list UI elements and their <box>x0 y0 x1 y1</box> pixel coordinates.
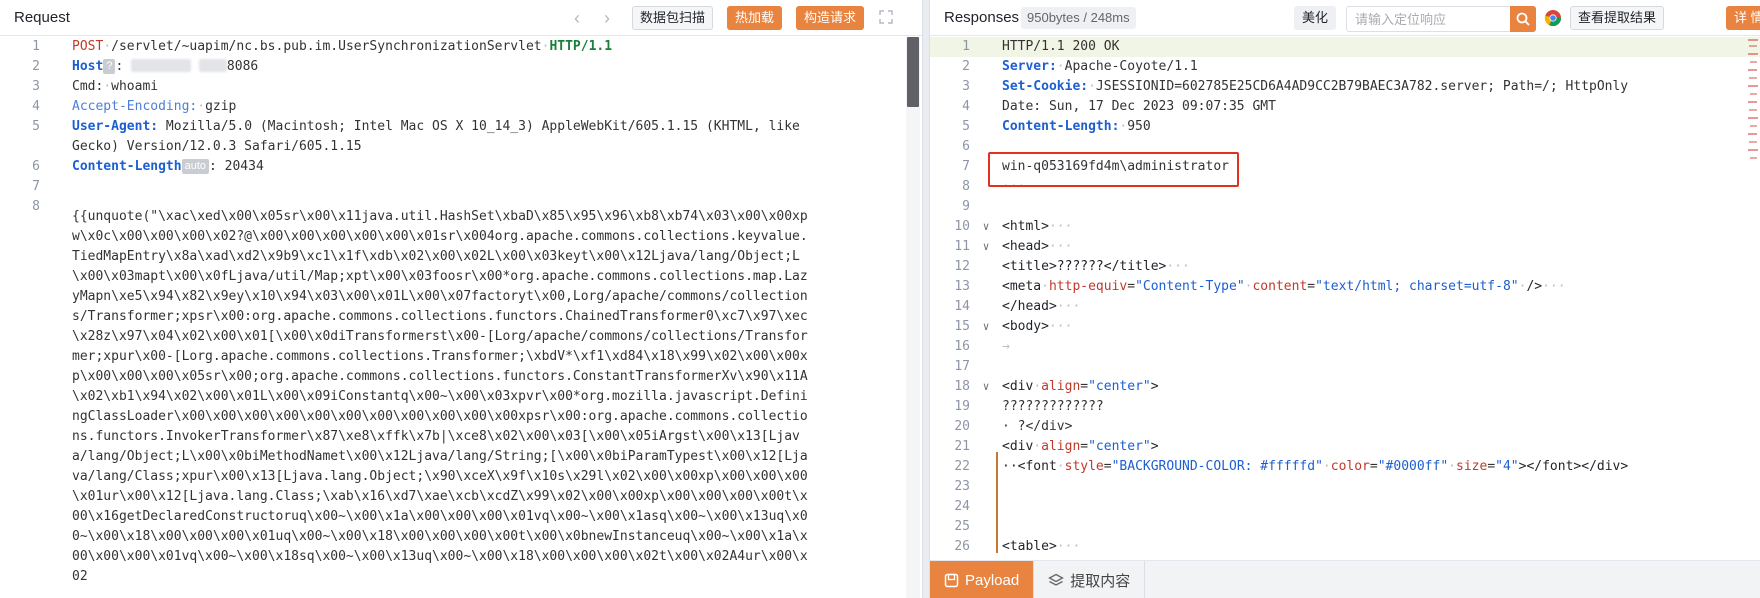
response-line-2: 2 Server:·Apache-Coyote/1.1 <box>962 59 1198 74</box>
response-line-11: 11 ∨ <head>··· <box>930 237 1760 257</box>
request-line-4: 4 Accept-Encoding:·gzip <box>32 99 237 114</box>
redacted-host <box>131 59 192 72</box>
payload-icon <box>944 573 959 587</box>
response-line-1: 1 HTTP/1.1 200 OK <box>930 37 1760 57</box>
search-button[interactable] <box>1510 6 1536 32</box>
request-body: {{unquote("\xac\xed\x00\x05sr\x00\x11jav… <box>72 209 808 584</box>
response-editor[interactable]: 1 HTTP/1.1 200 OK 2 Server:·Apache-Coyot… <box>930 37 1760 553</box>
request-line-6: 6 Content-Length auto: 20434 <box>32 159 264 174</box>
response-header: Responses 950bytes / 248ms 美化 查看提取结果 详 情 <box>930 0 1760 36</box>
view-extract-button[interactable]: 查看提取结果 <box>1570 6 1665 30</box>
response-line-3: 3 Set-Cookie:·JSESSIONID=602785E25CD6A4A… <box>962 79 1629 94</box>
request-scrollbar[interactable] <box>906 37 920 598</box>
response-line-4: 4 Date: Sun, 17 Dec 2023 09:07:35 GMT <box>962 99 1276 114</box>
locate-search-input[interactable] <box>1347 7 1507 31</box>
fold-toggle-icon[interactable]: ∨ <box>970 377 1002 397</box>
response-title: Responses <box>944 9 1020 26</box>
hot-load-button[interactable]: 热加载 <box>727 6 783 30</box>
host-help-badge[interactable]: ? <box>103 59 116 74</box>
host-port: 8086 <box>226 59 259 74</box>
response-line-5: 5 Content-Length:·950 <box>962 119 1151 134</box>
request-line-7: 7 <box>32 179 40 194</box>
packet-scan-button[interactable]: 数据包扫描 <box>632 6 714 30</box>
response-line-14: 14 </head>··· <box>954 299 1081 314</box>
tab-payload[interactable]: Payload <box>930 561 1034 598</box>
fold-toggle-icon[interactable]: ∨ <box>970 237 1002 257</box>
request-scrollbar-thumb[interactable] <box>907 37 919 107</box>
request-header: Request ‹ › 数据包扫描 热加载 构造请求 <box>0 0 922 36</box>
response-line-9: 9 <box>962 199 970 214</box>
request-line-1: 1 POST·/servlet/~uapim/nc.bs.pub.im.User… <box>32 39 613 54</box>
details-button[interactable]: 详 情 <box>1726 6 1760 30</box>
http-method: POST <box>72 39 104 54</box>
request-path: /servlet/~uapim/nc.bs.pub.im.UserSynchro… <box>111 39 542 54</box>
response-bottom-tabs: Payload 提取内容 <box>930 560 1760 598</box>
request-title: Request <box>14 9 70 26</box>
beautify-button[interactable]: 美化 <box>1294 6 1337 30</box>
response-line-25: 25 <box>954 519 970 534</box>
response-stats: 950bytes / 248ms <box>1021 7 1136 29</box>
request-pane: Request ‹ › 数据包扫描 热加载 构造请求 1 POST·/servl… <box>0 0 922 598</box>
fold-toggle-icon[interactable]: ∨ <box>970 217 1002 237</box>
locate-search[interactable] <box>1346 6 1536 32</box>
response-minimap[interactable] <box>1746 37 1760 177</box>
response-line-17: 17 <box>954 359 970 374</box>
redacted-host-2 <box>198 59 227 72</box>
tab-extract-content[interactable]: 提取内容 <box>1033 561 1146 598</box>
build-request-button[interactable]: 构造请求 <box>796 6 865 30</box>
host-key: Host <box>72 59 104 74</box>
command-output-highlight <box>988 152 1239 187</box>
response-line-26: 26 <table>··· <box>954 539 1081 553</box>
response-line-10: 10 ∨ <html>··· <box>930 217 1760 237</box>
response-line-13: 13 <meta·http-equiv="Content-Type"·conte… <box>954 279 1566 294</box>
search-icon <box>1516 12 1530 26</box>
request-editor[interactable]: 1 POST·/servlet/~uapim/nc.bs.pub.im.User… <box>0 37 922 598</box>
expand-icon[interactable] <box>878 9 894 25</box>
request-line-2: 2 Host?: 8086 <box>32 59 259 74</box>
response-line-16: 16 → <box>954 339 1010 354</box>
forward-arrow-icon[interactable]: › <box>598 8 616 28</box>
request-line-8: 8 {{unquote("\xac\xed\x00\x05sr\x00\x11j… <box>0 197 922 587</box>
auto-length-badge[interactable]: auto <box>181 159 209 174</box>
response-line-21: 21 <div·align="center"> <box>954 439 1159 454</box>
chrome-icon[interactable] <box>1544 9 1562 27</box>
response-line-18: 18 ∨ <div·align="center"> <box>930 377 1760 397</box>
request-line-5: 5 User-Agent: Mozilla/5.0 (Macintosh; In… <box>32 119 808 154</box>
request-line-3: 3 Cmd:·whoami <box>32 79 159 94</box>
http-protocol: HTTP/1.1 <box>549 39 613 54</box>
back-arrow-icon[interactable]: ‹ <box>568 8 586 28</box>
response-line-20: 20 · ?</div> <box>954 419 1073 434</box>
response-line-23: 23 <box>954 479 970 494</box>
response-line-15: 15 ∨ <body>··· <box>930 317 1760 337</box>
response-line-19: 19 ????????????? <box>954 399 1104 414</box>
response-line-24: 24 <box>954 499 970 514</box>
pane-divider[interactable] <box>922 0 930 598</box>
extract-icon <box>1048 573 1065 586</box>
response-pane: Responses 950bytes / 248ms 美化 查看提取结果 详 情… <box>930 0 1760 598</box>
indent-guide <box>996 452 998 553</box>
response-line-12: 12 <title>??????</title>··· <box>954 259 1190 274</box>
fold-toggle-icon[interactable]: ∨ <box>970 317 1002 337</box>
response-line-22: 22 ··<font·style="BACKGROUND-COLOR: #fff… <box>954 459 1629 474</box>
